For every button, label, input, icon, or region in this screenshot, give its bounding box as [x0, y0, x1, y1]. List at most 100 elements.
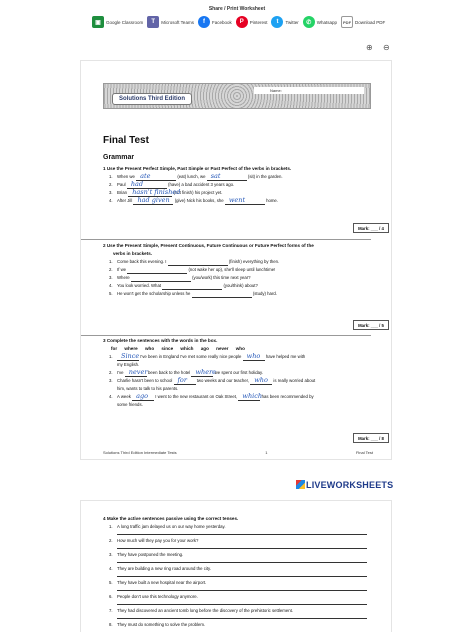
share-pinterest-button[interactable]: P Pinterest — [235, 16, 268, 28]
sentence-text: If we — [117, 267, 127, 272]
sentence-text: (finish) everything by then. — [228, 259, 280, 264]
item-number: 2. — [109, 182, 113, 187]
question-4: 4 Make the active sentences passive usin… — [103, 515, 383, 632]
sentence-text: I went to the new restaurant on Oak Stre… — [155, 394, 238, 399]
name-field[interactable]: Name: — [254, 87, 364, 94]
zoom-out-icon[interactable]: ⊖ — [383, 44, 391, 52]
answer-blank[interactable] — [191, 292, 252, 298]
sentence-text: been back to the hotel — [147, 370, 191, 375]
sentence-text: Where — [117, 275, 130, 280]
sentence-text: (you/work) this time next year? — [192, 275, 251, 280]
question-2-title: 2 Use the Present Simple, Present Contin… — [103, 243, 314, 248]
item-number: 6. — [109, 594, 113, 599]
item-number: 1. — [109, 174, 113, 179]
share-label: Download PDF — [355, 19, 386, 25]
share-label: Google Classroom — [106, 19, 144, 25]
sentence-text: Come back this evening. I — [117, 259, 167, 264]
pdf-icon: PDF — [341, 16, 354, 28]
share-title: Share / Print Worksheet — [208, 6, 266, 12]
question-line: 2. How much will they pay you for your wo… — [103, 537, 383, 544]
page-footer: Solutions Third Edition Intermediate Tes… — [103, 450, 373, 455]
sentence-text: How much will they pay you for your work… — [117, 538, 199, 543]
question-line: 5. He won't get the scholarship unless he… — [103, 290, 383, 298]
question-line: 5. They have built a new hospital near th… — [103, 579, 383, 586]
share-microsoft-teams-button[interactable]: T Microsoft Teams — [147, 16, 194, 28]
sentence-text: He won't get the scholarship unless he — [117, 291, 191, 296]
question-4-title: 4 Make the active sentences passive usin… — [103, 516, 239, 521]
share-label: Facebook — [211, 19, 232, 25]
sentence-text: Charlie hasn't been to school — [117, 378, 173, 383]
handwritten-answer: ago — [136, 392, 149, 400]
sentence-text: (sit) in the garden. — [247, 174, 283, 179]
handwritten-answer: who — [246, 352, 261, 360]
sentence-text: People don't use this technology anymore… — [117, 594, 198, 599]
logo-icon — [296, 480, 305, 489]
answer-line[interactable] — [117, 530, 367, 535]
sentence-text: (give) Nick his books, she — [174, 198, 224, 203]
answer-line[interactable] — [117, 628, 367, 632]
sentence-text: my English. — [117, 362, 140, 367]
question-2: 2 Use the Present Simple, Present Contin… — [103, 242, 383, 298]
handwritten-answer: where — [195, 368, 217, 376]
question-line: 3. They have postponed the meeting. — [103, 551, 383, 558]
answer-line[interactable] — [117, 600, 367, 605]
question-line: 3. Charlie hasn't been to school for two … — [103, 376, 383, 385]
item-number: 4. — [109, 566, 113, 571]
sentence-text: After Jill — [117, 198, 133, 203]
answer-line[interactable] — [117, 572, 367, 577]
footer-page-number: 1 — [265, 450, 268, 455]
handwritten-answer: ate — [140, 172, 151, 180]
divider — [81, 335, 371, 336]
handwritten-answer: who — [254, 376, 268, 384]
worksheet-page-1: Solutions Third Edition Name: Final Test… — [80, 60, 392, 460]
answer-line[interactable] — [117, 558, 367, 563]
page-title: Final Test — [103, 135, 149, 146]
share-bar: ▣ Google Classroom T Microsoft Teams f Facebo… — [92, 16, 385, 28]
question-line: 4. They are building a new ring road arou… — [103, 565, 383, 572]
item-number: 7. — [109, 608, 113, 613]
answer-line[interactable] — [117, 544, 367, 549]
item-number: 3. — [109, 378, 113, 383]
question-line: 4. A week ago I went to the new restauran… — [103, 392, 383, 401]
zoom-in-icon[interactable]: ⊕ — [366, 44, 374, 52]
answer-blank[interactable]: went — [224, 196, 265, 205]
sentence-text: (eat) lunch, we — [177, 174, 206, 179]
sentence-text: Brian — [117, 190, 128, 195]
sentence-text: A long traffic jam delayed us on our way… — [117, 524, 226, 529]
answer-blank[interactable]: had given — [133, 196, 174, 205]
mark-box-3: Mark: ___ / 8 — [353, 433, 389, 443]
share-pdf-button[interactable]: PDF Download PDF — [341, 16, 385, 28]
share-whatsapp-button[interactable]: ✆ Whatsapp — [302, 16, 337, 28]
question-line: some friends. — [103, 401, 383, 409]
share-google-classroom-button[interactable]: ▣ Google Classroom — [92, 16, 143, 28]
sentence-text: I've been in England I've met some reall… — [140, 354, 242, 359]
divider — [81, 239, 371, 240]
banner: Solutions Third Edition Name: — [103, 83, 371, 109]
sentence-text: him, wants to talk to his parents. — [117, 386, 179, 391]
handwritten-answer: never — [128, 368, 148, 376]
item-number: 4. — [109, 198, 113, 203]
worksheet-page-2: 4 Make the active sentences passive usin… — [80, 500, 392, 632]
item-number: 5. — [109, 580, 113, 585]
sentence-text: (study) hard. — [252, 291, 277, 296]
item-number: 8. — [109, 622, 113, 627]
share-twitter-button[interactable]: t Twitter — [271, 16, 299, 28]
answer-line[interactable] — [117, 586, 367, 591]
share-facebook-button[interactable]: f Facebook — [197, 16, 232, 28]
item-number: 5. — [109, 291, 113, 296]
sentence-text: (you/think) about? — [223, 283, 258, 288]
handwritten-answer: had — [130, 180, 144, 188]
mark-box-2: Mark: ___ / 5 — [353, 320, 389, 330]
answer-line[interactable] — [117, 614, 367, 619]
sentence-text: (have) a bad accident 3 years ago. — [168, 182, 235, 187]
sentence-text: has been recommended by — [261, 394, 314, 399]
sentence-text: is really worried about — [273, 378, 316, 383]
question-line: 3. Where (you/work) this time next year? — [103, 274, 383, 282]
item-number: 2. — [109, 370, 113, 375]
sentence-text: home. — [266, 198, 279, 203]
liveworksheets-logo: LIVEWORKSHEETS — [296, 480, 393, 490]
handwritten-answer: which — [242, 392, 263, 400]
twitter-icon: t — [271, 16, 284, 28]
item-number: 3. — [109, 190, 113, 195]
share-label: Pinterest — [249, 19, 268, 25]
